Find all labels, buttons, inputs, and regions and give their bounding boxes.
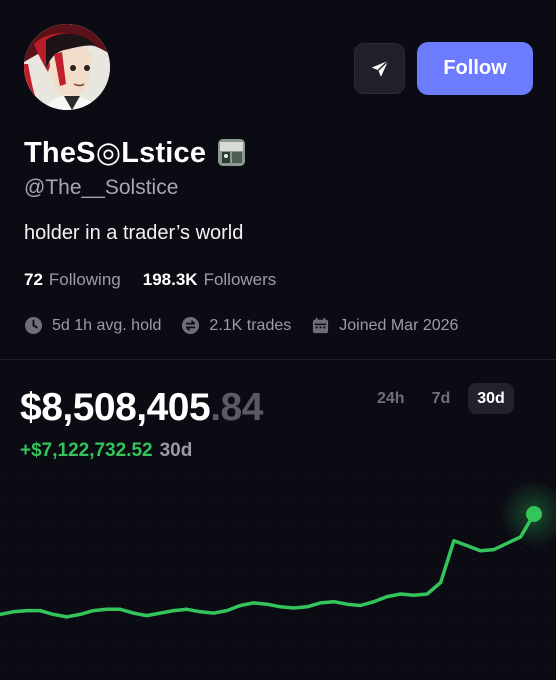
tab-30d[interactable]: 30d — [468, 383, 514, 414]
clock-icon — [24, 316, 43, 335]
swap-icon — [182, 316, 200, 335]
badge-icon — [218, 138, 246, 166]
followers-count: 198.3K — [142, 270, 198, 289]
portfolio-chart — [0, 470, 556, 680]
tab-7d[interactable]: 7d — [423, 383, 460, 414]
share-button[interactable] — [354, 43, 405, 94]
balance-main: $8,508,405 — [20, 386, 211, 429]
chart-background — [0, 470, 556, 680]
bio: holder in a trader’s world — [24, 222, 244, 244]
tab-24h[interactable]: 24h — [368, 383, 414, 414]
joined-date: Joined Mar 2026 — [311, 316, 458, 335]
avatar[interactable] — [24, 24, 110, 110]
last-point-marker — [526, 506, 542, 522]
joined-date-text: Joined Mar 2026 — [339, 316, 459, 334]
trade-count: 2.1K trades — [181, 316, 291, 335]
range-tabs: 24h 7d 30d — [368, 383, 514, 414]
trade-count-text: 2.1K trades — [209, 316, 292, 334]
portfolio-balance: $8,508,405.84 — [20, 386, 263, 430]
calendar-icon — [313, 317, 329, 334]
change-value: +$7,122,732.52 — [20, 440, 153, 461]
following-label: Following — [48, 270, 121, 289]
avg-hold-text: 5d 1h avg. hold — [52, 316, 162, 334]
portfolio-change: +$7,122,732.52 30d — [20, 440, 192, 462]
follow-button[interactable]: Follow — [417, 42, 533, 95]
following-stat[interactable]: 72 Following — [24, 270, 121, 290]
handle: @The__Solstice — [24, 176, 179, 199]
avg-hold: 5d 1h avg. hold — [24, 316, 161, 335]
display-name: TheS◎Lstice — [24, 136, 207, 169]
balance-cents: .84 — [210, 386, 263, 429]
change-period: 30d — [159, 440, 193, 461]
section-divider — [0, 359, 556, 360]
followers-stat[interactable]: 198.3K Followers — [143, 270, 277, 290]
send-icon — [371, 59, 389, 77]
profile-stats: 72 Following 198.3K Followers — [24, 270, 298, 290]
profile-meta: 5d 1h avg. hold 2.1K trades Joined Mar 2… — [24, 316, 478, 335]
followers-label: Followers — [203, 270, 277, 289]
following-count: 72 — [24, 270, 43, 289]
avatar-image — [24, 24, 110, 110]
profile-name-row: TheS◎Lstice — [24, 135, 246, 169]
